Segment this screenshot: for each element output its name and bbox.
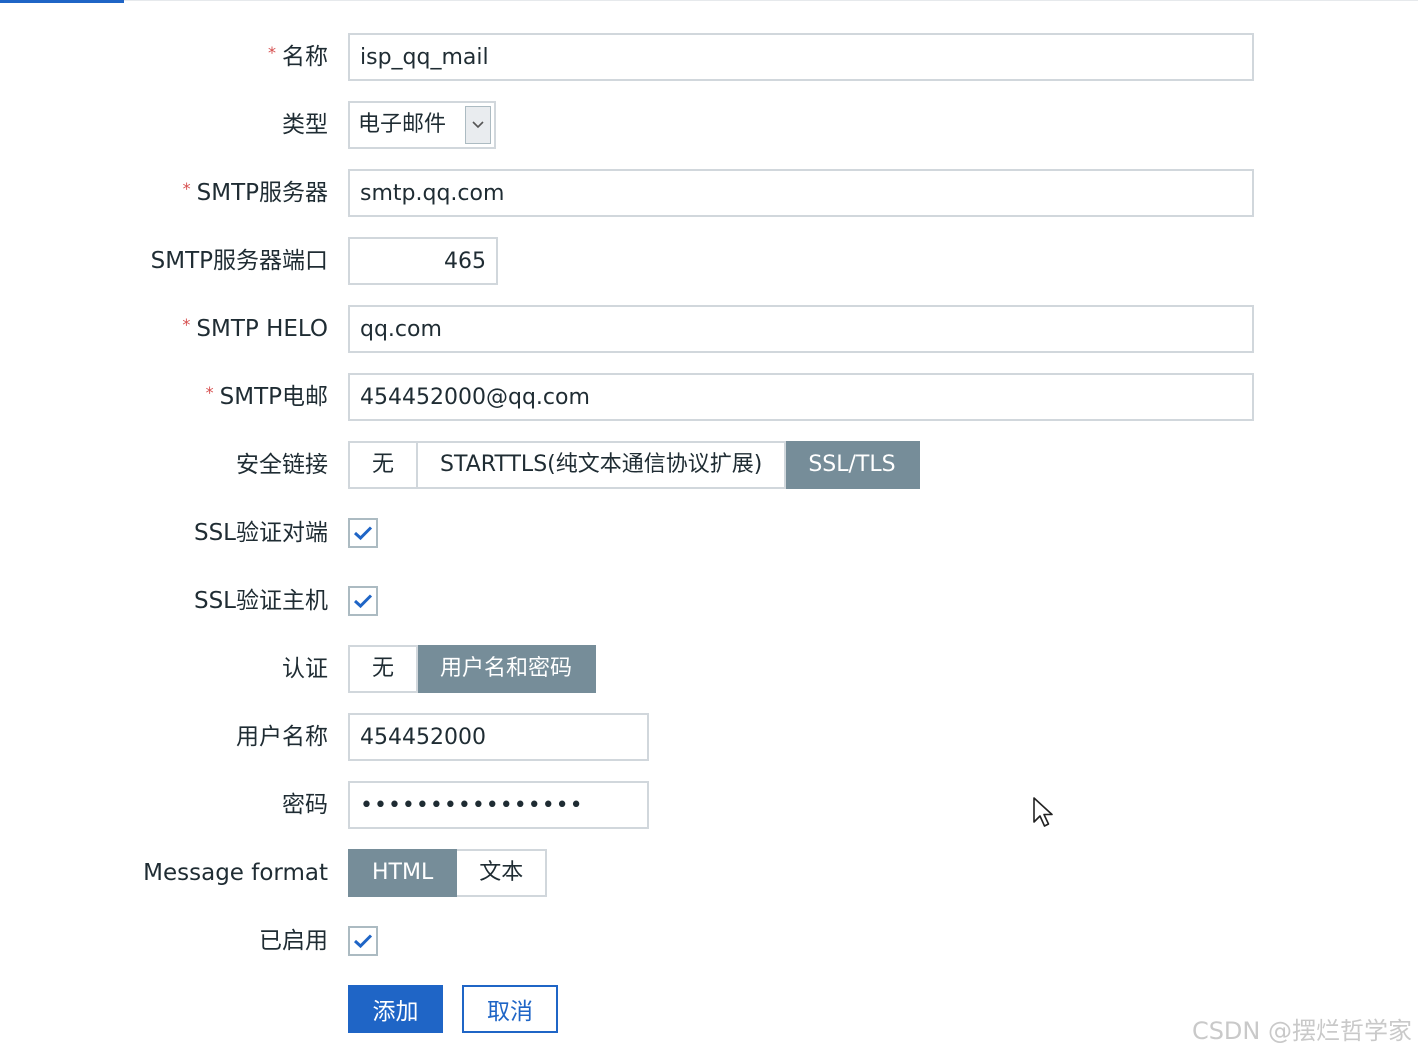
smtp-server-label: * SMTP服务器 bbox=[182, 179, 328, 206]
watermark: CSDN @摆烂哲学家 bbox=[1191, 1017, 1412, 1045]
required-mark: * bbox=[182, 179, 191, 198]
security-option-ssl-tls[interactable]: SSL/TLS bbox=[786, 441, 920, 489]
message-format-label: Message format bbox=[143, 860, 328, 886]
name-label: * 名称 bbox=[268, 43, 328, 70]
enabled-checkbox[interactable] bbox=[348, 926, 378, 956]
security-segmented: 无 STARTTLS(纯文本通信协议扩展) SSL/TLS bbox=[348, 441, 920, 489]
auth-label: 认证 bbox=[282, 656, 328, 682]
message-format-option-text[interactable]: 文本 bbox=[457, 849, 548, 897]
type-select-value: 电子邮件 bbox=[358, 112, 447, 137]
enabled-label: 已启用 bbox=[259, 928, 328, 954]
password-label: 密码 bbox=[282, 792, 328, 818]
username-input[interactable] bbox=[348, 713, 649, 761]
required-mark: * bbox=[182, 315, 191, 334]
auth-segmented: 无 用户名和密码 bbox=[348, 645, 597, 693]
cancel-button[interactable]: 取消 bbox=[462, 985, 558, 1033]
checkmark-icon bbox=[353, 526, 373, 541]
name-input[interactable] bbox=[348, 33, 1254, 81]
chevron-down-icon[interactable] bbox=[465, 106, 491, 144]
type-label: 类型 bbox=[282, 112, 328, 138]
ssl-verify-host-checkbox[interactable] bbox=[348, 586, 378, 616]
password-input[interactable] bbox=[348, 781, 649, 829]
type-select[interactable]: 电子邮件 bbox=[348, 101, 496, 149]
mouse-pointer-icon bbox=[1032, 796, 1056, 834]
ssl-verify-peer-label: SSL验证对端 bbox=[193, 520, 328, 546]
smtp-email-input[interactable] bbox=[348, 373, 1254, 421]
smtp-port-label: SMTP服务器端口 bbox=[150, 248, 328, 274]
username-label: 用户名称 bbox=[236, 724, 328, 750]
smtp-server-input[interactable] bbox=[348, 169, 1254, 217]
active-tab-indicator bbox=[0, 0, 124, 3]
security-option-starttls[interactable]: STARTTLS(纯文本通信协议扩展) bbox=[418, 441, 787, 489]
message-format-segmented: HTML 文本 bbox=[348, 849, 548, 897]
required-mark: * bbox=[205, 383, 214, 402]
message-format-option-html[interactable]: HTML bbox=[348, 849, 458, 897]
ssl-verify-peer-checkbox[interactable] bbox=[348, 518, 378, 548]
checkmark-icon bbox=[353, 594, 373, 609]
smtp-helo-label: * SMTP HELO bbox=[182, 315, 328, 342]
smtp-helo-input[interactable] bbox=[348, 305, 1254, 353]
checkmark-icon bbox=[353, 934, 373, 949]
auth-option-none[interactable]: 无 bbox=[348, 645, 419, 693]
smtp-email-label: * SMTP电邮 bbox=[205, 383, 328, 410]
top-divider bbox=[0, 0, 1418, 1]
add-button[interactable]: 添加 bbox=[348, 985, 443, 1033]
ssl-verify-host-label: SSL验证主机 bbox=[193, 588, 328, 614]
security-label: 安全链接 bbox=[236, 452, 328, 478]
required-mark: * bbox=[268, 43, 276, 62]
security-option-none[interactable]: 无 bbox=[348, 441, 419, 489]
auth-option-username-password[interactable]: 用户名和密码 bbox=[418, 645, 597, 693]
smtp-port-input[interactable] bbox=[348, 237, 498, 285]
